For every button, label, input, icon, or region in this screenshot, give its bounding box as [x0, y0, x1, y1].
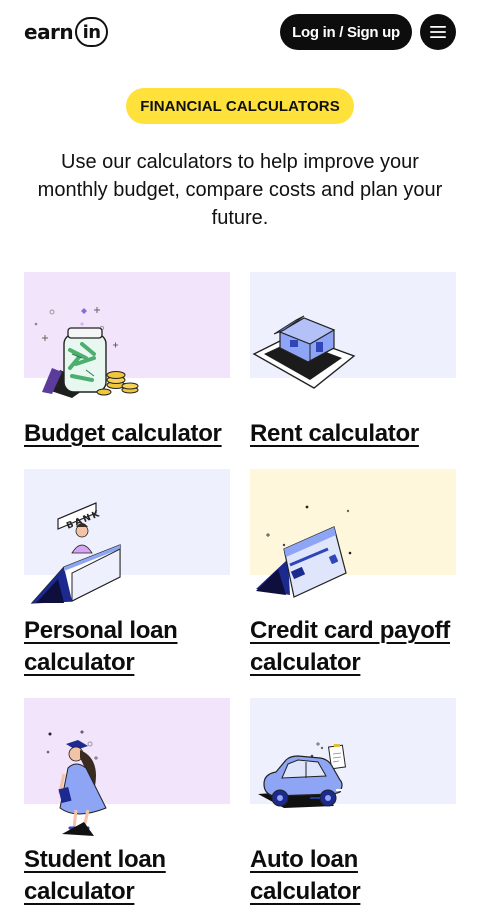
- login-signup-button[interactable]: Log in / Sign up: [280, 14, 412, 50]
- card-image: BANK: [24, 469, 230, 609]
- card-title-link[interactable]: Auto loan calculator: [250, 844, 456, 908]
- intro-text: Use our calculators to help improve your…: [37, 151, 443, 229]
- card-title-link[interactable]: Personal loan calculator: [24, 615, 230, 679]
- hamburger-menu-icon: [430, 26, 446, 38]
- site-header: earn in Log in / Sign up: [0, 0, 480, 64]
- bank-teller-illustration: BANK: [30, 502, 121, 604]
- card-image: [24, 272, 230, 412]
- house-illustration: [252, 315, 356, 389]
- calculator-card-student-loan[interactable]: Student loan calculator: [24, 698, 230, 908]
- earnin-logo[interactable]: earn in: [24, 16, 108, 48]
- car-illustration: [258, 742, 347, 808]
- card-image: [250, 272, 456, 412]
- calculator-card-personal-loan[interactable]: BANK Personal loan calculator: [24, 469, 230, 679]
- card-title-link[interactable]: Budget calculator: [24, 418, 230, 450]
- student-illustration: [46, 730, 107, 836]
- section-badge: FINANCIAL CALCULATORS: [126, 88, 354, 124]
- card-title-link[interactable]: Rent calculator: [250, 418, 456, 450]
- calculator-card-credit-card-payoff[interactable]: Credit card payoff calculator: [250, 469, 456, 679]
- logo-text-in: in: [75, 17, 108, 47]
- calculator-card-auto-loan[interactable]: Auto loan calculator: [250, 698, 456, 908]
- logo-text-earn: earn: [24, 20, 74, 44]
- credit-card-illustration: [256, 505, 352, 598]
- menu-button[interactable]: [420, 14, 456, 50]
- card-image: [250, 469, 456, 609]
- calculator-card-budget[interactable]: Budget calculator: [24, 272, 230, 450]
- card-image: [24, 698, 230, 838]
- card-image: [250, 698, 456, 838]
- calculator-card-rent[interactable]: Rent calculator: [250, 272, 456, 450]
- card-title-link[interactable]: Student loan calculator: [24, 844, 230, 908]
- money-jar-illustration: [34, 307, 139, 398]
- card-title-link[interactable]: Credit card payoff calculator: [250, 615, 456, 679]
